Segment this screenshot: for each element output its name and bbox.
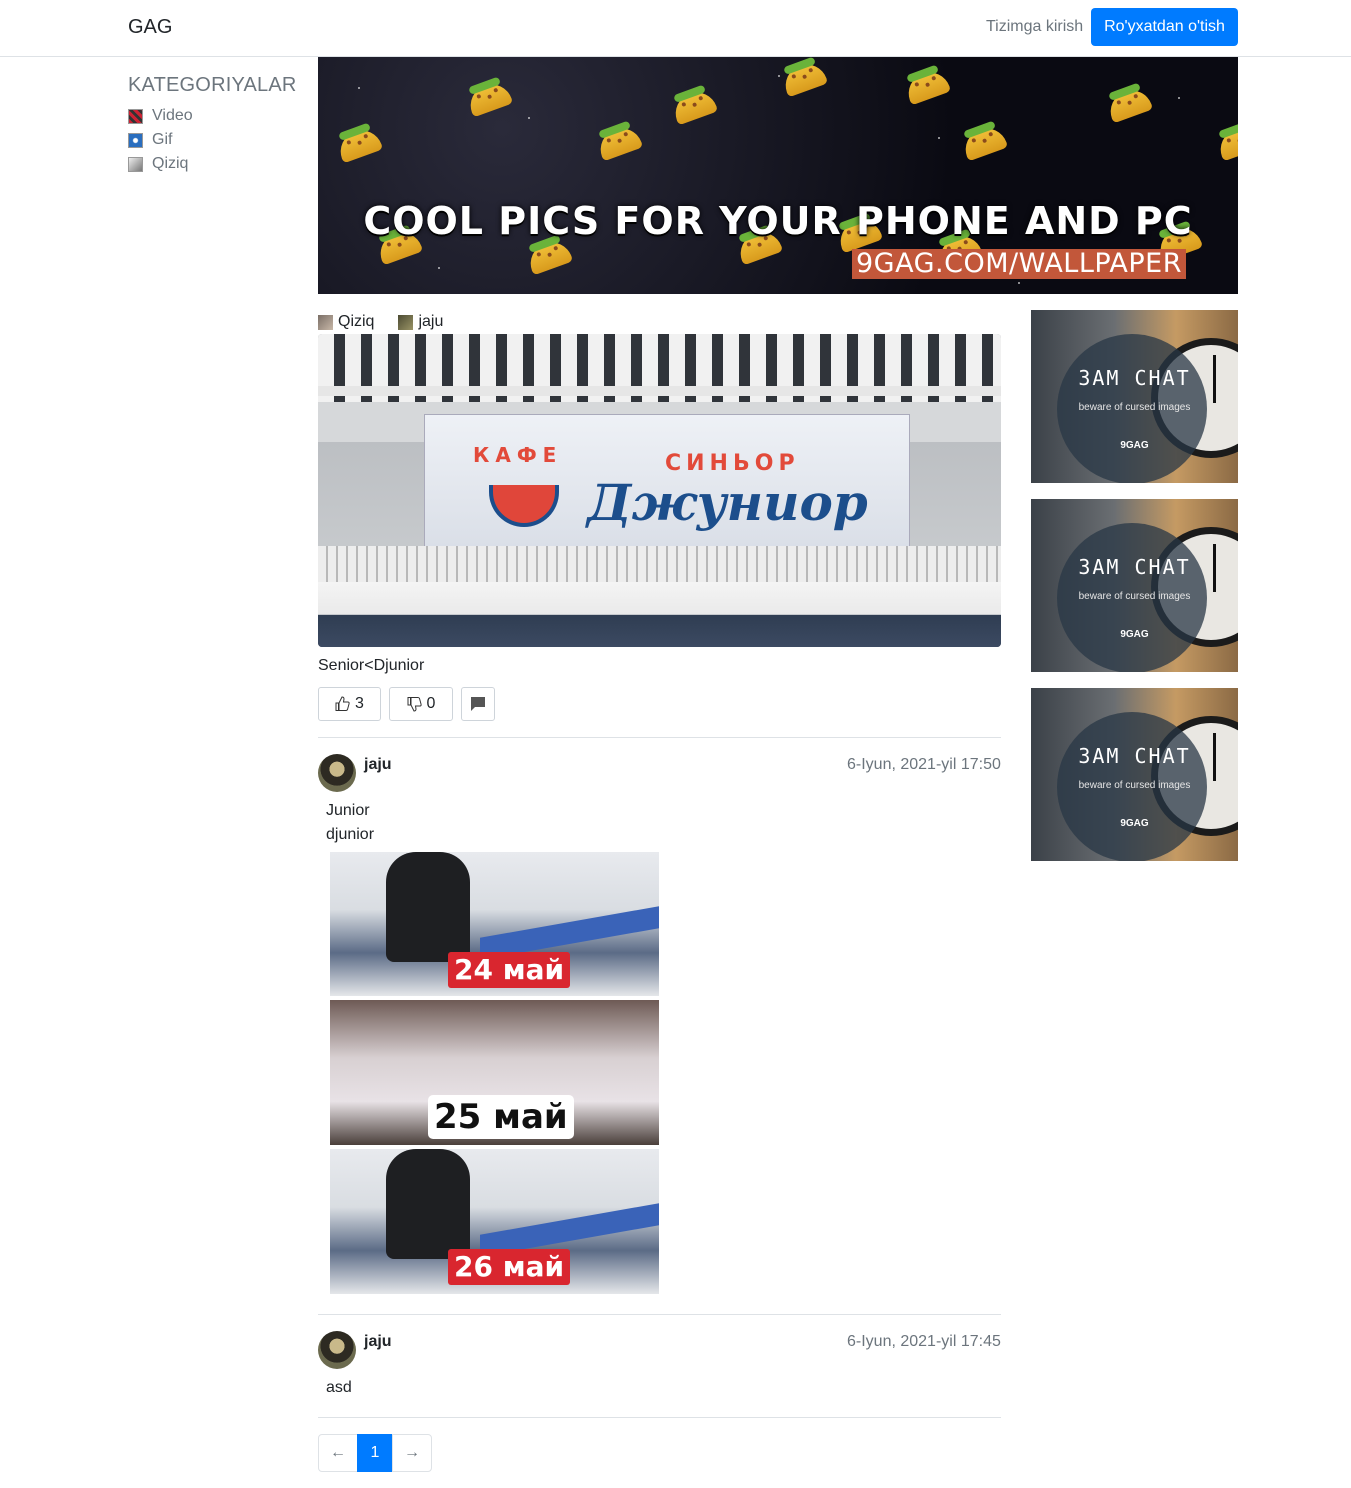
ad-card[interactable]: ЗАМ СНАТ beware of cursed images 9GAG	[1031, 310, 1238, 483]
ad-brand: 9GAG	[1120, 440, 1149, 451]
meme-label: 25 май	[428, 1095, 574, 1139]
meme-figure	[386, 852, 470, 962]
taco-decoration	[464, 78, 514, 118]
banner-star	[528, 117, 530, 119]
meme-panel[interactable]: 24 май	[330, 852, 659, 996]
meme-panel[interactable]: 26 май	[330, 1149, 659, 1294]
taco-decoration	[334, 124, 384, 164]
video-icon	[128, 108, 143, 124]
dislike-button[interactable]: 0	[389, 687, 453, 721]
navbar: GAG Tizimga kirish Ro'yxatdan o'tish	[0, 0, 1351, 57]
banner-star	[438, 267, 440, 269]
taco-decoration	[1104, 84, 1154, 124]
sign-small-text: КАФЕ	[473, 443, 563, 467]
comment-date: 6-Iyun, 2021-yil 17:50	[847, 756, 1001, 773]
sidebar-item-label: Qiziq	[152, 155, 189, 172]
taco-decoration	[1214, 122, 1238, 162]
categories-title: KATEGORIYALAR	[128, 74, 297, 96]
banner-star	[1018, 282, 1020, 284]
dislike-count: 0	[426, 695, 436, 712]
comment-date: 6-Iyun, 2021-yil 17:45	[847, 1333, 1001, 1350]
page-1-button[interactable]: 1	[357, 1434, 393, 1472]
meme-panel[interactable]: 25 май	[330, 1000, 659, 1145]
sidebar-item-gif[interactable]: Gif	[128, 130, 172, 150]
banner-url: 9GAG.COM/WALLPAPER	[852, 249, 1186, 279]
taco-decoration	[779, 58, 829, 98]
ad-title: ЗАМ СНАТ	[1078, 366, 1191, 390]
comment-author[interactable]: jaju	[364, 756, 392, 774]
meme-figure	[386, 1149, 470, 1259]
banner-star	[778, 75, 780, 77]
banner-star	[358, 87, 360, 89]
image-rail	[318, 386, 1001, 396]
login-link[interactable]: Tizimga kirish	[986, 18, 1083, 36]
ad-brand: 9GAG	[1120, 629, 1149, 640]
brand-logo[interactable]: GAG	[128, 16, 172, 39]
comment-icon	[471, 697, 485, 711]
citrus-logo	[489, 485, 559, 527]
ad-card[interactable]: ЗАМ СНАТ beware of cursed images 9GAG	[1031, 499, 1238, 672]
taco-decoration	[669, 86, 719, 126]
gif-icon	[128, 132, 143, 148]
register-button[interactable]: Ro'yxatdan o'tish	[1091, 8, 1238, 46]
comment-author[interactable]: jaju	[364, 1333, 392, 1351]
pagination: ← 1 →	[318, 1434, 432, 1472]
sidebar-item-video[interactable]: Video	[128, 106, 193, 126]
comment-text-line: djunior	[326, 826, 375, 843]
avatar[interactable]	[318, 1331, 356, 1369]
ad-card[interactable]: ЗАМ СНАТ beware of cursed images 9GAG	[1031, 688, 1238, 861]
meme-label: 24 май	[448, 952, 571, 988]
author-avatar-icon	[398, 314, 414, 330]
sidebar-item-qiziq[interactable]: Qiziq	[128, 154, 188, 174]
divider	[318, 737, 1001, 738]
avatar[interactable]	[318, 754, 356, 792]
ad-subtitle: beware of cursed images	[1078, 591, 1191, 602]
sign-big-text: Джуниор	[587, 473, 868, 532]
cafe-sign: КАФЕ СИНЬОР Джуниор	[424, 414, 910, 562]
comment-button[interactable]	[461, 687, 495, 721]
taco-decoration	[902, 66, 952, 106]
category-icon	[318, 314, 333, 330]
like-count: 3	[355, 695, 364, 712]
thumbs-up-icon	[335, 696, 350, 711]
banner-star	[938, 137, 940, 139]
ad-title: ЗАМ СНАТ	[1078, 555, 1191, 579]
like-button[interactable]: 3	[318, 687, 381, 721]
post-image[interactable]: КАФЕ СИНЬОР Джуниор	[318, 334, 1001, 647]
sidebar-item-label: Gif	[152, 131, 173, 148]
post-caption: Senior<Djunior	[318, 657, 425, 674]
sidebar-item-label: Video	[152, 107, 193, 124]
banner-title: COOL PICS FOR YOUR PHONE AND PC	[363, 199, 1193, 243]
image-roof	[318, 546, 1001, 582]
next-page-button[interactable]: →	[392, 1434, 432, 1472]
taco-decoration	[959, 122, 1009, 162]
taco-decoration	[594, 122, 644, 162]
comment-text-line: asd	[326, 1379, 352, 1396]
divider	[318, 1314, 1001, 1315]
image-wall	[318, 582, 1001, 647]
post-author-link[interactable]: jaju	[418, 313, 443, 331]
prev-page-button[interactable]: ←	[318, 1434, 358, 1472]
ad-subtitle: beware of cursed images	[1078, 780, 1191, 791]
ad-brand: 9GAG	[1120, 818, 1149, 829]
ad-title: ЗАМ СНАТ	[1078, 744, 1191, 768]
post-category-link[interactable]: Qiziq	[338, 313, 374, 331]
post-meta: Qiziq jaju	[318, 312, 443, 332]
thumbs-down-icon	[407, 697, 422, 712]
wallpaper-banner[interactable]: COOL PICS FOR YOUR PHONE AND PC 9GAG.COM…	[318, 57, 1238, 294]
qiziq-icon	[128, 156, 143, 172]
comment-text-line: Junior	[326, 802, 370, 819]
meme-label: 26 май	[448, 1249, 571, 1285]
divider	[318, 1417, 1001, 1418]
banner-star	[1178, 97, 1180, 99]
ad-subtitle: beware of cursed images	[1078, 402, 1191, 413]
